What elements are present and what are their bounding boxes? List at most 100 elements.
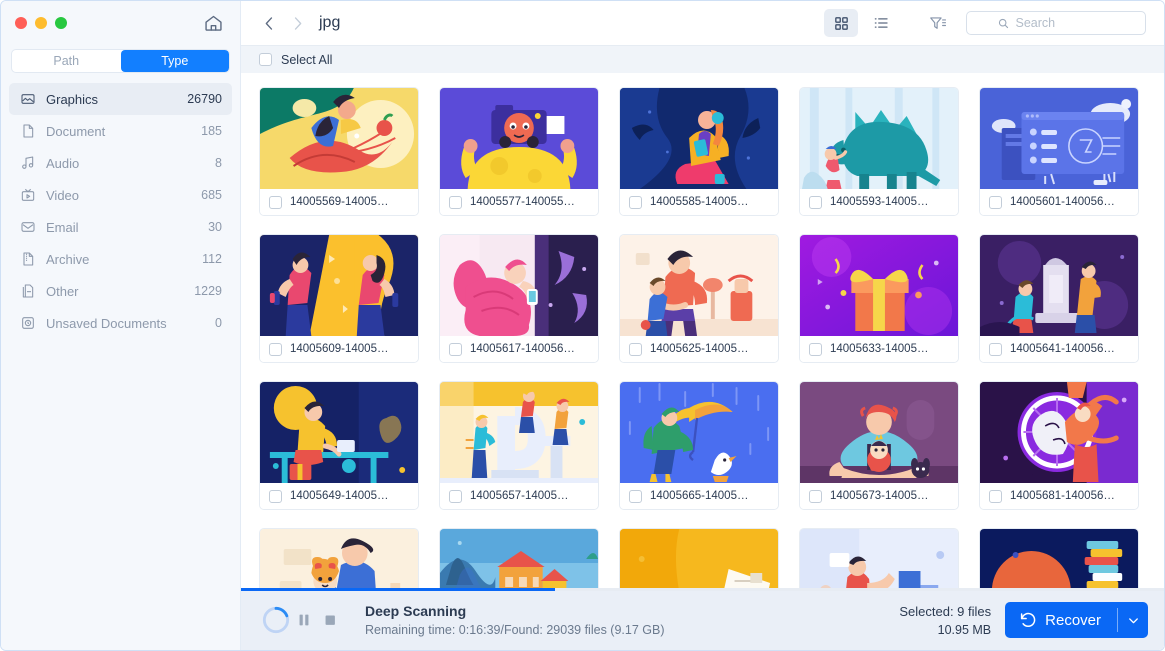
- file-card-footer: 14005601-140056…: [980, 189, 1138, 215]
- file-card[interactable]: 14005657-14005…: [439, 381, 599, 510]
- file-checkbox[interactable]: [629, 490, 642, 503]
- file-checkbox[interactable]: [449, 490, 462, 503]
- search-box[interactable]: [966, 11, 1146, 35]
- file-checkbox[interactable]: [989, 196, 1002, 209]
- file-checkbox[interactable]: [449, 343, 462, 356]
- sidebar-item-audio[interactable]: Audio 8: [9, 147, 232, 179]
- file-card[interactable]: 14005649-14005…: [259, 381, 419, 510]
- chevron-right-icon: [288, 14, 307, 33]
- list-view-button[interactable]: [864, 9, 898, 37]
- status-bar: Deep Scanning Remaining time: 0:16:39/Fo…: [241, 588, 1164, 650]
- file-thumbnail: [980, 235, 1138, 336]
- file-checkbox[interactable]: [989, 343, 1002, 356]
- back-button[interactable]: [255, 9, 283, 37]
- recover-button-group[interactable]: Recover: [1005, 602, 1148, 638]
- thumbnail-art-dad: [800, 382, 958, 483]
- restore-icon: [1019, 611, 1037, 629]
- file-name: 14005665-14005…: [650, 490, 748, 502]
- file-grid-container[interactable]: 14005569-14005…: [241, 73, 1164, 650]
- scan-detail: Remaining time: 0:16:39/Found: 29039 fil…: [365, 623, 664, 637]
- file-card-footer: 14005649-14005…: [260, 483, 418, 509]
- file-card[interactable]: 14005625-14005…: [619, 234, 779, 363]
- thumbnail-art-dashboard: [980, 88, 1138, 189]
- maximize-button[interactable]: [55, 17, 67, 29]
- pause-icon: [296, 612, 312, 628]
- recover-dropdown-button[interactable]: [1118, 602, 1148, 638]
- search-input[interactable]: [1016, 16, 1116, 30]
- file-card-footer: 14005625-14005…: [620, 336, 778, 362]
- sidebar-item-video[interactable]: Video 685: [9, 179, 232, 211]
- scan-progress-track: [241, 588, 1164, 591]
- document-icon: [19, 123, 36, 140]
- file-card[interactable]: 14005585-14005…: [619, 87, 779, 216]
- file-checkbox[interactable]: [809, 343, 822, 356]
- main-panel: jpg: [241, 1, 1164, 650]
- filter-button[interactable]: [922, 9, 952, 37]
- sidebar-item-other[interactable]: Other 1229: [9, 275, 232, 307]
- file-name: 14005569-14005…: [290, 196, 388, 208]
- sidebar-item-count: 0: [215, 316, 222, 330]
- sidebar-item-count: 1229: [194, 284, 222, 298]
- file-card-footer: 14005585-14005…: [620, 189, 778, 215]
- file-card-footer: 14005633-14005…: [800, 336, 958, 362]
- file-card-footer: 14005641-140056…: [980, 336, 1138, 362]
- path-type-toggle[interactable]: Path Type: [11, 49, 230, 73]
- file-checkbox[interactable]: [809, 490, 822, 503]
- grid-view-icon: [833, 15, 850, 32]
- file-checkbox[interactable]: [629, 196, 642, 209]
- sidebar-item-label: Document: [46, 124, 191, 139]
- unsaved-icon: [19, 315, 36, 332]
- grid-view-button[interactable]: [824, 9, 858, 37]
- home-button[interactable]: [202, 12, 224, 34]
- list-view-icon: [872, 14, 890, 32]
- file-checkbox[interactable]: [989, 490, 1002, 503]
- sidebar-item-document[interactable]: Document 185: [9, 115, 232, 147]
- file-name: 14005593-14005…: [830, 196, 928, 208]
- scan-status-text: Deep Scanning Remaining time: 0:16:39/Fo…: [365, 603, 664, 637]
- file-thumbnail: [620, 235, 778, 336]
- toolbar: jpg: [241, 1, 1164, 45]
- toggle-path[interactable]: Path: [12, 50, 121, 72]
- recover-label: Recover: [1045, 612, 1101, 629]
- file-card-footer: 14005617-140056…: [440, 336, 598, 362]
- thumbnail-art-phone-night: [620, 88, 778, 189]
- sidebar-item-graphics[interactable]: Graphics 26790: [9, 83, 232, 115]
- file-checkbox[interactable]: [269, 196, 282, 209]
- file-card[interactable]: 14005673-14005…: [799, 381, 959, 510]
- file-checkbox[interactable]: [629, 343, 642, 356]
- file-card[interactable]: 14005665-14005…: [619, 381, 779, 510]
- file-card[interactable]: 14005641-140056…: [979, 234, 1139, 363]
- file-checkbox[interactable]: [269, 490, 282, 503]
- file-card[interactable]: 14005601-140056…: [979, 87, 1139, 216]
- file-card[interactable]: 14005593-14005…: [799, 87, 959, 216]
- sidebar-item-label: Other: [46, 284, 184, 299]
- select-all-checkbox[interactable]: [259, 53, 272, 66]
- file-checkbox[interactable]: [449, 196, 462, 209]
- file-card[interactable]: 14005633-14005…: [799, 234, 959, 363]
- file-thumbnail: [260, 382, 418, 483]
- file-card-footer: 14005577-140055…: [440, 189, 598, 215]
- file-checkbox[interactable]: [809, 196, 822, 209]
- sidebar-item-archive[interactable]: Archive 112: [9, 243, 232, 275]
- sidebar-item-email[interactable]: Email 30: [9, 211, 232, 243]
- sidebar-item-unsaved-documents[interactable]: Unsaved Documents 0: [9, 307, 232, 339]
- file-card[interactable]: 14005569-14005…: [259, 87, 419, 216]
- archive-icon: [19, 251, 36, 268]
- pause-button[interactable]: [291, 607, 317, 633]
- close-button[interactable]: [15, 17, 27, 29]
- file-card[interactable]: 14005577-140055…: [439, 87, 599, 216]
- file-card[interactable]: 14005617-140056…: [439, 234, 599, 363]
- file-name: 14005617-140056…: [470, 343, 575, 355]
- file-checkbox[interactable]: [269, 343, 282, 356]
- file-grid: 14005569-14005…: [241, 73, 1164, 650]
- stop-button[interactable]: [317, 607, 343, 633]
- breadcrumb[interactable]: jpg: [319, 14, 340, 32]
- file-card[interactable]: 14005681-140056…: [979, 381, 1139, 510]
- recover-button[interactable]: Recover: [1005, 602, 1117, 638]
- sidebar-item-count: 185: [201, 124, 222, 138]
- sidebar-item-count: 685: [201, 188, 222, 202]
- minimize-button[interactable]: [35, 17, 47, 29]
- forward-button[interactable]: [283, 9, 311, 37]
- file-card[interactable]: 14005609-14005…: [259, 234, 419, 363]
- toggle-type[interactable]: Type: [121, 50, 230, 72]
